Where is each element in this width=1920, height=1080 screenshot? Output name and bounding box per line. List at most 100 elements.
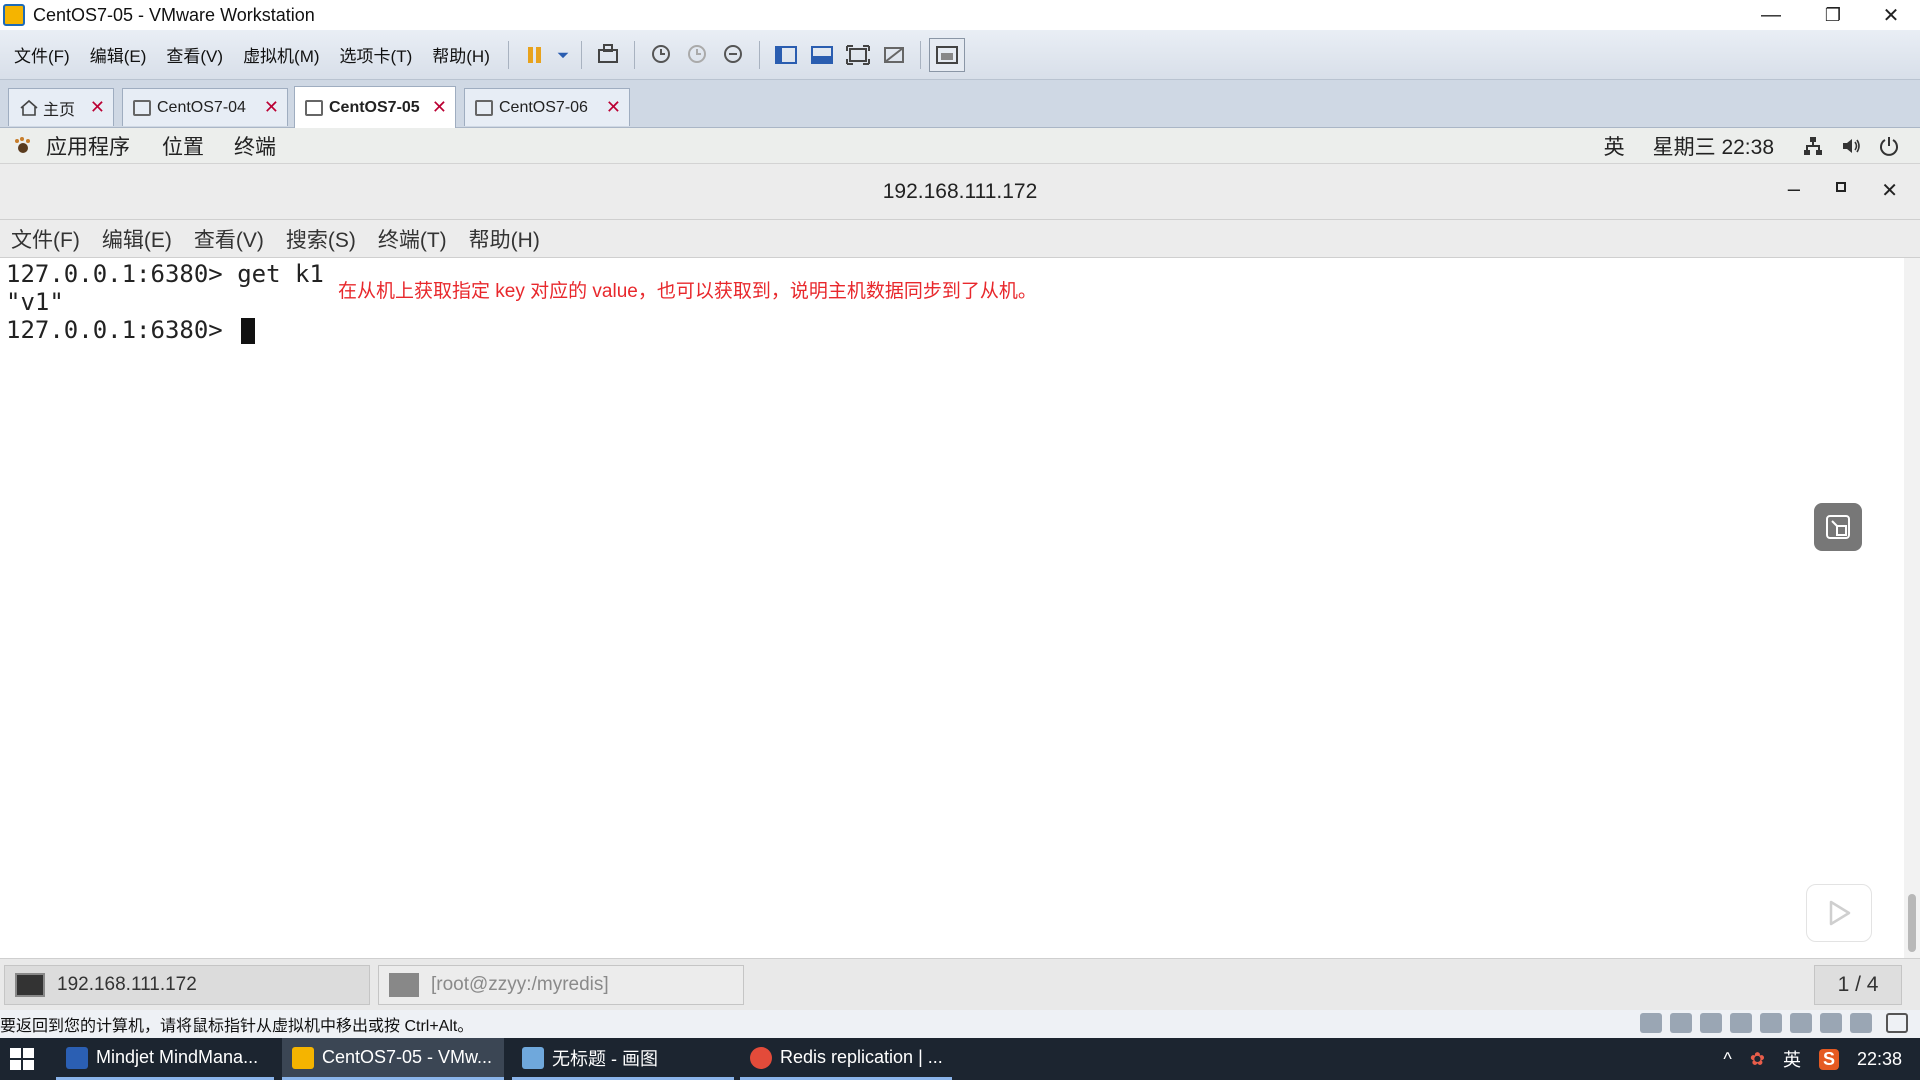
terminal-close-button[interactable]: ✕ [1881,178,1898,203]
display-icon[interactable] [1850,1013,1872,1033]
places-menu[interactable]: 位置 [162,131,204,161]
mindjet-icon [66,1046,88,1069]
tab-centos7-05[interactable]: CentOS7-05 ✕ [294,86,456,128]
device-icons [1632,1013,1908,1033]
workspace-pager[interactable]: 1 / 4 [1814,965,1902,1005]
taskbar-item-paint[interactable]: 无标题 - 画图 [512,1038,734,1080]
exit-fullscreen-icon[interactable] [1814,503,1862,551]
pause-icon[interactable] [517,38,553,72]
tab-home[interactable]: 主页 ✕ [8,88,114,126]
unity-icon[interactable] [876,38,912,72]
usb-icon[interactable] [1790,1013,1812,1033]
hard-disk-icon[interactable] [1640,1013,1662,1033]
window-list-label: 192.168.111.172 [57,974,197,995]
snapshot-icon[interactable] [643,38,679,72]
windows-taskbar: Mindjet MindMana... CentOS7-05 - VMw... … [0,1038,1920,1080]
cd-dvd-icon[interactable] [1670,1013,1692,1033]
terminal-menu-terminal[interactable]: 终端(T) [367,224,458,254]
ime-indicator[interactable]: 英 [1604,131,1625,161]
play-icon[interactable] [1806,884,1872,942]
console-view-icon[interactable] [804,38,840,72]
annotation-note: 在从机上获取指定 key 对应的 value，也可以获取到，说明主机数据同步到了… [338,281,1037,302]
vmware-app-icon [3,4,25,26]
terminal-scrollbar[interactable] [1904,258,1920,958]
terminal-maximize-button[interactable] [1836,182,1846,192]
gnome-status-area: 英 星期三 22:38 [1604,128,1920,164]
minimize-button[interactable]: — [1748,0,1794,30]
sogou-ime-icon[interactable]: S [1818,1048,1839,1070]
revert-snapshot-icon[interactable] [679,38,715,72]
close-icon[interactable]: ✕ [90,97,105,118]
library-view-icon[interactable] [768,38,804,72]
full-screen-icon[interactable] [840,38,876,72]
taskbar-label: Mindjet MindMana... [96,1047,259,1067]
thumbnail-view-icon[interactable] [928,37,965,72]
toolbar-divider [507,40,509,69]
tab-label: CentOS7-06 [499,98,588,116]
usb-device-icon[interactable] [1820,1013,1842,1033]
vmware-status-bar: 要返回到您的计算机，请将鼠标指针从虚拟机中移出或按 Ctrl+Alt。 [0,1010,1920,1038]
menu-edit[interactable]: 编辑(E) [80,42,157,67]
taskbar-label: CentOS7-05 - VMw... [322,1047,493,1067]
home-icon [20,99,38,116]
gnome-foot-icon [15,136,30,153]
close-button[interactable]: ✕ [1868,0,1914,30]
terminal-menu[interactable]: 终端 [234,131,276,161]
tab-centos7-04[interactable]: CentOS7-04 ✕ [122,88,288,126]
toolbar-divider [580,40,582,69]
window-list-item[interactable]: [root@zzyy:/myredis] [378,965,744,1005]
vmware-icon [292,1046,314,1069]
menu-file[interactable]: 文件(F) [0,42,80,67]
snapshot-manager-icon[interactable] [715,38,751,72]
close-icon[interactable]: ✕ [432,97,447,118]
menu-help[interactable]: 帮助(H) [422,42,500,67]
message-log-icon[interactable] [1886,1013,1908,1033]
terminal-title: 192.168.111.172 [882,179,1038,203]
terminal-menu-file[interactable]: 文件(F) [0,224,91,254]
clock[interactable]: 星期三 22:38 [1653,131,1774,161]
printer-icon[interactable] [1730,1013,1752,1033]
taskbar-item-mindjet[interactable]: Mindjet MindMana... [56,1038,274,1080]
volume-icon[interactable] [1840,135,1862,157]
power-dropdown-icon[interactable] [553,38,573,72]
taskbar-item-vmware[interactable]: CentOS7-05 - VMw... [282,1038,504,1080]
close-icon[interactable]: ✕ [264,97,279,118]
terminal-title-bar: 192.168.111.172 – ✕ [0,164,1920,220]
terminal-prompt-line: 127.0.0.1:6380> [6,316,1898,344]
paint-icon [522,1046,544,1069]
toolbar-divider [633,40,635,69]
show-hidden-icons-icon[interactable]: ^ [1723,1049,1731,1070]
taskbar-item-chrome[interactable]: Redis replication | ... [740,1038,952,1080]
terminal-menu-edit[interactable]: 编辑(E) [91,224,183,254]
sound-card-icon[interactable] [1760,1013,1782,1033]
windows-start-icon[interactable] [10,1048,34,1075]
vmware-menu-toolbar: 文件(F) 编辑(E) 查看(V) 虚拟机(M) 选项卡(T) 帮助(H) 尚硅… [0,30,1920,125]
taskbar-clock[interactable]: 22:38 [1857,1049,1902,1070]
vm-icon [133,99,151,116]
applications-menu[interactable]: 应用程序 [46,131,130,161]
menu-tabs[interactable]: 选项卡(T) [330,42,423,67]
tray-ime-indicator[interactable]: 英 [1783,1046,1801,1072]
terminal-minimize-button[interactable]: – [1788,176,1800,202]
send-ctrl-alt-del-icon[interactable] [590,38,626,72]
terminal-menu-search[interactable]: 搜索(S) [275,224,367,254]
window-title: CentOS7-05 - VMware Workstation [33,4,315,25]
window-list-item[interactable]: 192.168.111.172 [4,965,370,1005]
menu-view[interactable]: 查看(V) [156,42,233,67]
terminal-cursor [241,318,256,344]
toolbar-divider [919,40,921,69]
tray-app-icon[interactable]: ✿ [1750,1049,1765,1070]
scrollbar-thumb[interactable] [1908,894,1916,952]
restore-button[interactable]: ❐ [1810,0,1856,30]
terminal-output[interactable]: 127.0.0.1:6380> get k1 "v1" 127.0.0.1:63… [0,258,1904,958]
window-list-label: [root@zzyy:/myredis] [431,974,609,995]
menu-vm[interactable]: 虚拟机(M) [233,42,329,67]
terminal-menu-help[interactable]: 帮助(H) [458,224,551,254]
network-icon[interactable] [1802,135,1824,157]
terminal-menu-view[interactable]: 查看(V) [183,224,275,254]
network-adapter-icon[interactable] [1700,1013,1722,1033]
tab-centos7-06[interactable]: CentOS7-06 ✕ [464,88,630,126]
close-icon[interactable]: ✕ [606,97,621,118]
power-icon[interactable] [1878,135,1900,157]
gnome-top-panel: 应用程序 位置 终端 英 星期三 22:38 [0,128,1920,164]
